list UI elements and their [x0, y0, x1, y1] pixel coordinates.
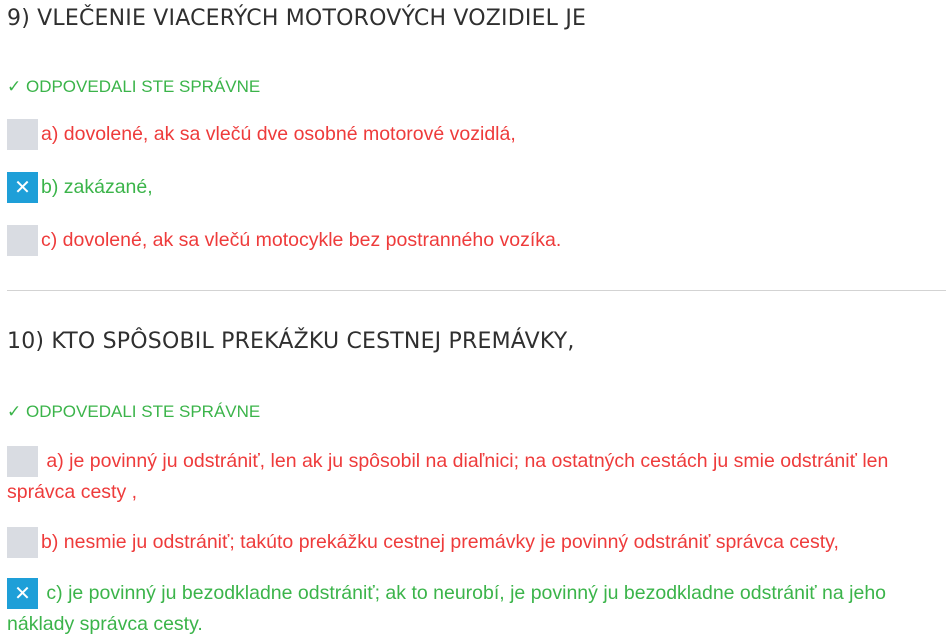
answer-option[interactable]: b) nesmie ju odstrániť; takúto prekážku …	[7, 527, 946, 558]
question-title: 9) VLEČENIE VIACERÝCH MOTOROVÝCH VOZIDIE…	[7, 6, 587, 31]
result-status: ✓ ODPOVEDALI STE SPRÁVNE	[7, 77, 261, 96]
answer-option[interactable]: ✕ c) je povinný ju bezodkladne odstrániť…	[7, 578, 926, 640]
answer-text: b) zakázané,	[41, 176, 153, 198]
answer-text: c) je povinný ju bezodkladne odstrániť; …	[7, 582, 887, 635]
checkbox-checked[interactable]: ✕	[7, 172, 38, 203]
close-icon: ✕	[14, 175, 31, 199]
answer-option[interactable]: c) dovolené, ak sa vlečú motocykle bez p…	[7, 225, 946, 256]
checkbox[interactable]	[7, 119, 38, 150]
answer-option[interactable]: a) je povinný ju odstrániť, len ak ju sp…	[7, 446, 942, 508]
answer-text: a) je povinný ju odstrániť, len ak ju sp…	[7, 450, 889, 503]
close-icon: ✕	[14, 581, 31, 605]
answer-option[interactable]: ✕ b) zakázané,	[7, 172, 946, 203]
divider	[7, 290, 946, 291]
answer-text: a) dovolené, ak sa vlečú dve osobné moto…	[41, 123, 516, 145]
checkbox[interactable]	[7, 446, 38, 477]
answer-text: b) nesmie ju odstrániť; takúto prekážku …	[41, 531, 839, 553]
checkbox[interactable]	[7, 225, 38, 256]
checkbox-checked[interactable]: ✕	[7, 578, 38, 609]
question-title: 10) KTO SPÔSOBIL PREKÁŽKU CESTNEJ PREMÁV…	[7, 329, 575, 354]
checkbox[interactable]	[7, 527, 38, 558]
result-status: ✓ ODPOVEDALI STE SPRÁVNE	[7, 402, 261, 421]
answer-text: c) dovolené, ak sa vlečú motocykle bez p…	[41, 229, 562, 251]
answer-option[interactable]: a) dovolené, ak sa vlečú dve osobné moto…	[7, 119, 946, 150]
